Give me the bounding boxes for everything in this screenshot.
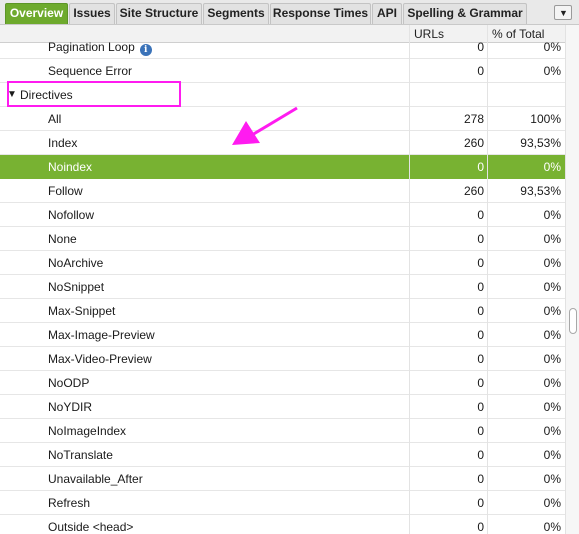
scrollbar-thumb[interactable] bbox=[569, 308, 577, 334]
arrow-shaft bbox=[251, 106, 298, 137]
annotation-arrow bbox=[232, 106, 298, 145]
app-window: Overview Issues Site Structure Segments … bbox=[0, 0, 579, 534]
vertical-scrollbar[interactable] bbox=[565, 25, 579, 534]
